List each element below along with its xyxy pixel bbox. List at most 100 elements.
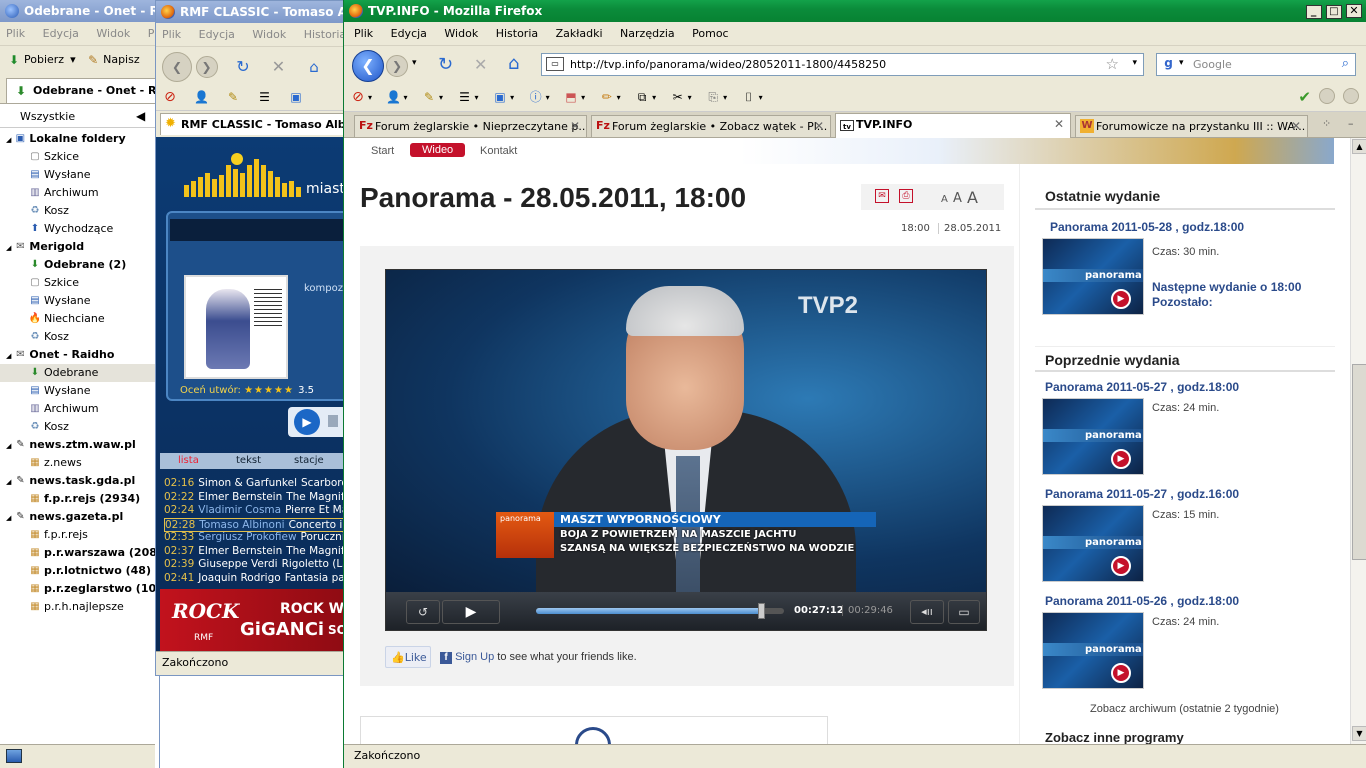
maximize-icon[interactable]: □ — [1325, 5, 1342, 19]
nav-kontakt[interactable]: Kontakt — [480, 145, 517, 157]
rating-stars[interactable]: ★★★★★ — [244, 385, 298, 396]
dropdown-arrow-icon[interactable]: ▾ — [546, 93, 550, 102]
play-icon[interactable]: ▶ — [442, 600, 500, 624]
reload-icon[interactable]: ↻ — [438, 54, 453, 75]
wand-icon[interactable]: ✎ — [421, 89, 437, 105]
folder-item[interactable]: ▦ p.r.lotnictwo (48) — [0, 562, 155, 580]
menu-plik[interactable]: Plik — [162, 28, 181, 41]
nav-start[interactable]: Start — [371, 145, 394, 157]
firefox-titlebar[interactable]: TVP.INFO - Mozilla Firefox _ □ ✕ — [344, 0, 1366, 22]
song-row[interactable]: 02:37 Elmer Bernstein The Magnific — [164, 545, 353, 557]
tab-list-icon[interactable]: ⁘ — [1322, 117, 1331, 130]
tab-tvp-info[interactable]: tv TVP.INFO ✕ — [835, 113, 1071, 138]
menu-edycja[interactable]: Edycja — [199, 28, 235, 41]
tab-close-icon[interactable]: ✕ — [1054, 117, 1064, 131]
progress-handle[interactable] — [757, 603, 765, 619]
folder-item[interactable]: ▤ Wysłane — [0, 292, 155, 310]
scroll-thumb[interactable] — [1352, 364, 1366, 560]
menu-edycja[interactable]: Edycja — [391, 27, 427, 40]
user-icon[interactable]: 👤 — [386, 89, 402, 105]
tab-close-icon[interactable]: ✕ — [1291, 119, 1301, 133]
back-icon[interactable]: ❮ — [162, 52, 192, 82]
resize-icon[interactable]: ⧉ — [634, 89, 650, 105]
folder-item[interactable]: ▢ Szkice — [0, 148, 155, 166]
expand-twisty-icon[interactable]: ◢ — [6, 514, 11, 522]
song-row[interactable]: 02:22 Elmer Bernstein The Magnific — [164, 491, 353, 503]
menu-historia[interactable]: Historia — [304, 28, 346, 41]
search-input[interactable]: Google — [1193, 58, 1232, 71]
dropdown-arrow-icon[interactable]: ▾ — [688, 93, 692, 102]
home-icon[interactable]: ⌂ — [508, 53, 519, 74]
folder-item[interactable]: ▥ Archiwum — [0, 400, 155, 418]
code-icon[interactable]: ⌷ — [741, 89, 757, 105]
get-mail-button[interactable]: Pobierz — [24, 53, 64, 66]
folder-item[interactable]: ▢ Szkice — [0, 274, 155, 292]
history-dropdown-icon[interactable]: ▾ — [412, 58, 417, 68]
font-medium-button[interactable]: A — [953, 191, 962, 206]
folder-item[interactable]: ▤ Wysłane — [0, 382, 155, 400]
menu-zakladki[interactable]: Zakładki — [556, 27, 603, 40]
rmf-banner[interactable]: ROCK RMF ROCK W GiGANCi SO — [160, 589, 354, 651]
song-row[interactable]: 02:33 Sergiusz Prokofiew Porucznik — [164, 531, 351, 543]
minimize-icon[interactable]: _ — [1305, 5, 1322, 19]
list-icon[interactable]: ☰ — [257, 89, 273, 105]
latest-link[interactable]: Panorama 2011-05-28 , godz.18:00 — [1050, 220, 1244, 234]
write-button[interactable]: Napisz — [103, 53, 140, 66]
video-player[interactable]: TVP2 panorama MASZT WYPORNOŚCIOWY BOJA Z… — [385, 269, 987, 631]
folder-item[interactable]: ▦ f.p.r.rejs — [0, 526, 155, 544]
menu-plik[interactable]: Plik — [354, 27, 373, 40]
back-icon[interactable]: ❮ — [352, 50, 384, 82]
image-icon[interactable]: ▣ — [288, 89, 304, 105]
search-bar[interactable]: g ▾ Google ⌕ — [1156, 53, 1356, 76]
block-icon[interactable]: ⊘ — [350, 89, 366, 105]
nav-wideo[interactable]: Wideo — [410, 143, 466, 157]
rmf-titlebar[interactable]: RMF CLASSIC - Tomaso Albinoni — [156, 1, 354, 23]
info-icon[interactable]: ⓘ — [528, 89, 544, 105]
dropdown-arrow-icon[interactable]: ▾ — [723, 93, 727, 102]
song-row[interactable]: 02:24 Vladimir Cosma Pierre Et Marr — [164, 504, 354, 516]
folder-item[interactable]: ⬆ Wychodzące — [0, 220, 155, 238]
menu-widok[interactable]: Widok — [252, 28, 286, 41]
previous-edition-link[interactable]: Panorama 2011-05-27 , godz.18:00 — [1045, 380, 1239, 394]
url-dropdown-icon[interactable]: ▾ — [1132, 58, 1137, 68]
dropdown-arrow-icon[interactable]: ▾ — [368, 93, 372, 102]
tab-close-icon[interactable]: ✕ — [814, 119, 824, 133]
song-row[interactable]: 02:16 Simon & Garfunkel Scarborou — [164, 477, 354, 489]
font-small-button[interactable]: A — [941, 194, 948, 205]
song-row[interactable]: 02:41 Joaquin Rodrigo Fantasia para — [164, 572, 354, 584]
url-bar[interactable]: ▭ http://tvp.info/panorama/wideo/2805201… — [541, 53, 1144, 76]
dropdown-arrow-icon[interactable]: ▾ — [759, 93, 763, 102]
network-icon[interactable] — [6, 749, 22, 763]
folder-item[interactable]: ▦ p.r.warszawa (208) — [0, 544, 159, 562]
block-icon[interactable]: ⊘ — [162, 89, 178, 105]
email-icon[interactable]: ✉ — [875, 189, 889, 203]
signup-link[interactable]: Sign Up — [455, 651, 494, 663]
menu-edycja[interactable]: Edycja — [43, 27, 79, 40]
forward-icon[interactable]: ❯ — [195, 56, 218, 78]
bookmark-star-icon[interactable]: ☆ — [1106, 55, 1119, 73]
expand-twisty-icon[interactable]: ◢ — [6, 352, 11, 360]
image-icon[interactable]: ▣ — [492, 89, 508, 105]
song-row[interactable]: 02:39 Giuseppe Verdi Rigoletto (La — [164, 558, 349, 570]
thunderbird-titlebar[interactable]: Odebrane - Onet - Raidho — [0, 0, 159, 22]
expand-twisty-icon[interactable]: ◢ — [6, 244, 11, 252]
search-icon[interactable]: ⌕ — [1342, 56, 1349, 71]
folder-item[interactable]: ▥ Archiwum — [0, 184, 155, 202]
replay-icon[interactable]: ↺ — [406, 600, 440, 624]
tools-icon[interactable]: ✂ — [670, 89, 686, 105]
volume-icon[interactable]: ◂ıı — [910, 600, 944, 624]
folder-item[interactable]: ♻ Kosz — [0, 202, 155, 220]
font-large-button[interactable]: A — [967, 188, 978, 207]
home-icon[interactable]: ⌂ — [306, 59, 322, 75]
pencil-icon[interactable]: ✏ — [599, 89, 615, 105]
play-icon[interactable]: ▶ — [294, 409, 320, 435]
dropdown-arrow-icon[interactable]: ▾ — [475, 93, 479, 102]
forward-icon[interactable]: ❯ — [386, 55, 408, 77]
site-identity-icon[interactable]: ▭ — [546, 57, 564, 71]
folder-item[interactable]: 🔥 Niechciane — [0, 310, 155, 328]
previous-edition-thumbnail[interactable]: panorama ▶ — [1042, 612, 1144, 689]
folder-item[interactable]: ▦ p.r.zeglarstwo (104 — [0, 580, 159, 598]
arrow-left-icon[interactable]: ◀ — [136, 109, 145, 123]
dropdown-arrow-icon[interactable]: ▾ — [581, 93, 585, 102]
rmf-tab[interactable]: ✹ RMF CLASSIC - Tomaso Albi — [160, 113, 354, 135]
